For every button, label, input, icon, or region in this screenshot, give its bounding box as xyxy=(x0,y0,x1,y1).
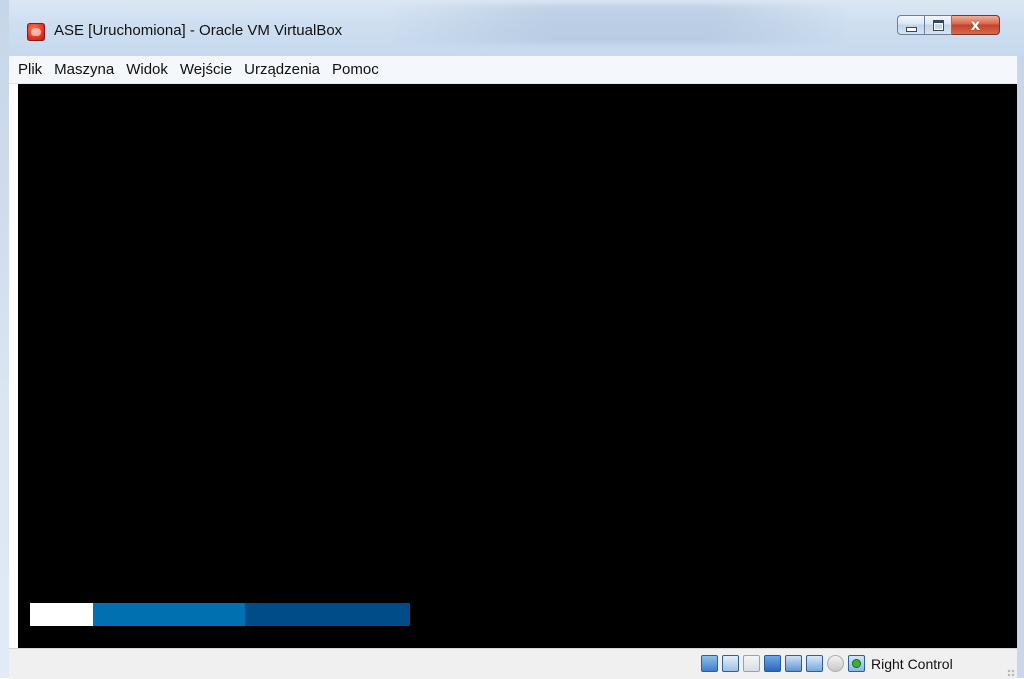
host-key-label: Right Control xyxy=(871,655,953,672)
window-title: ASE [Uruchomiona] - Oracle VM VirtualBox xyxy=(54,22,343,39)
menu-item-wejscie[interactable]: Wejście xyxy=(174,61,238,78)
usb-icon[interactable] xyxy=(785,655,802,672)
boot-progress-segment-1 xyxy=(30,603,93,626)
title-bar-glass xyxy=(389,4,849,44)
title-bar[interactable]: ASE [Uruchomiona] - Oracle VM VirtualBox… xyxy=(9,0,1024,56)
window-controls: x xyxy=(897,15,1000,37)
menu-item-plik[interactable]: Plik xyxy=(9,61,48,78)
menu-item-maszyna[interactable]: Maszyna xyxy=(48,61,120,78)
boot-progress-segment-3 xyxy=(245,603,410,626)
virtualization-icon[interactable] xyxy=(806,655,823,672)
menu-item-widok[interactable]: Widok xyxy=(120,61,174,78)
network-icon[interactable] xyxy=(722,655,739,672)
window-right-frame xyxy=(1017,56,1024,678)
display-icon[interactable] xyxy=(764,655,781,672)
mouse-integration-icon[interactable] xyxy=(827,655,844,672)
maximize-icon xyxy=(932,19,944,31)
minimize-button[interactable] xyxy=(897,15,925,35)
close-icon: x xyxy=(970,16,981,34)
host-key-arrow-icon[interactable] xyxy=(848,655,865,672)
virtualbox-window: ASE [Uruchomiona] - Oracle VM VirtualBox… xyxy=(0,0,1024,679)
virtualbox-app-icon[interactable] xyxy=(27,23,45,41)
shared-folder-icon[interactable] xyxy=(743,655,760,672)
resize-grip[interactable] xyxy=(1007,669,1015,677)
menu-item-pomoc[interactable]: Pomoc xyxy=(326,61,385,78)
vm-display[interactable] xyxy=(18,84,1017,648)
menu-bar: Plik Maszyna Widok Wejście Urządzenia Po… xyxy=(9,56,1017,84)
boot-progress-segment-2 xyxy=(93,603,245,626)
hard-disk-icon[interactable] xyxy=(701,655,718,672)
status-indicators: Right Control xyxy=(701,655,953,672)
maximize-button[interactable] xyxy=(925,15,952,35)
window-left-frame xyxy=(0,0,9,678)
boot-progress-bar xyxy=(30,603,410,626)
minimize-icon xyxy=(905,26,917,32)
close-button[interactable]: x xyxy=(952,15,1000,35)
menu-item-urzadzenia[interactable]: Urządzenia xyxy=(238,61,326,78)
status-bar: Right Control xyxy=(9,648,1017,679)
